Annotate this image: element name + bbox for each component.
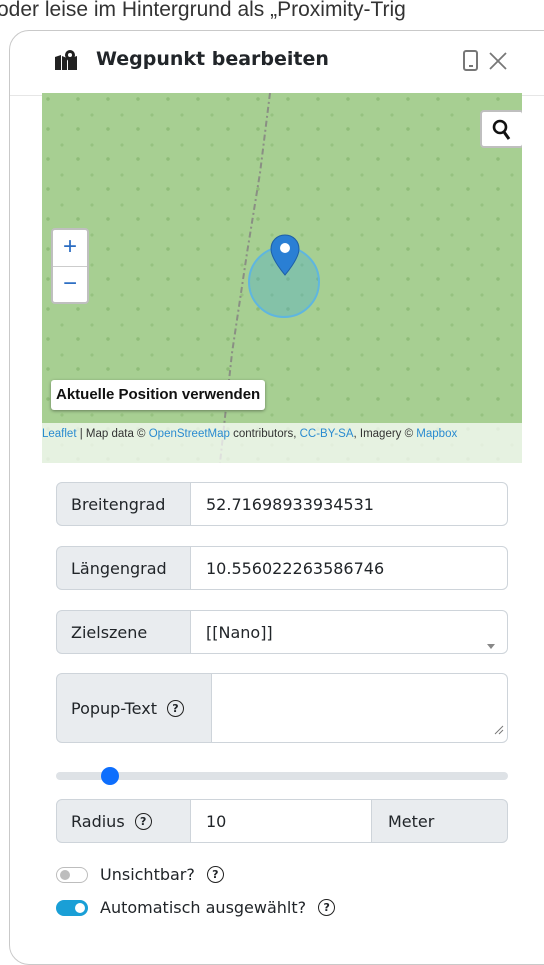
invisible-switch[interactable] bbox=[56, 866, 88, 883]
radius-input[interactable]: 10 bbox=[191, 799, 372, 843]
target-scene-label: Zielszene bbox=[56, 610, 191, 654]
invisible-toggle-row: Unsichtbar? ? bbox=[56, 865, 224, 884]
longitude-row: Längengrad 10.556022263586746 bbox=[56, 546, 508, 590]
auto-selected-toggle-row: Automatisch ausgewählt? ? bbox=[56, 898, 336, 917]
mapbox-link[interactable]: Mapbox bbox=[416, 428, 457, 440]
zoom-in-button[interactable]: + bbox=[53, 230, 87, 267]
phone-icon[interactable] bbox=[463, 50, 479, 76]
zoom-control: + − bbox=[51, 228, 89, 304]
radius-unit: Meter bbox=[372, 799, 508, 843]
auto-selected-label: Automatisch ausgewählt? bbox=[100, 898, 307, 917]
license-link[interactable]: CC-BY-SA bbox=[300, 428, 354, 440]
search-icon bbox=[492, 119, 511, 140]
resize-handle-icon[interactable] bbox=[494, 720, 504, 739]
map-attribution: Leaflet | Map data © OpenStreetMap contr… bbox=[42, 423, 522, 463]
modal-header: Wegpunkt bearbeiten bbox=[10, 31, 544, 96]
zoom-out-button[interactable]: − bbox=[53, 267, 87, 303]
map-search-button[interactable] bbox=[480, 110, 522, 148]
background-text: oder leise im Hintergrund als „Proximity… bbox=[0, 0, 406, 21]
attribution-text: | Map data © bbox=[76, 428, 149, 440]
close-icon[interactable] bbox=[488, 51, 508, 75]
attribution-text: contributors, bbox=[229, 428, 300, 440]
target-scene-row: Zielszene [[Nano]] bbox=[56, 610, 508, 654]
help-icon[interactable]: ? bbox=[166, 699, 184, 717]
slider-track bbox=[56, 772, 508, 780]
leaflet-link[interactable]: Leaflet bbox=[42, 428, 77, 440]
longitude-input[interactable]: 10.556022263586746 bbox=[191, 546, 508, 590]
target-scene-select[interactable]: [[Nano]] bbox=[191, 610, 508, 654]
latitude-row: Breitengrad 52.71698933934531 bbox=[56, 482, 508, 526]
edit-waypoint-modal: Wegpunkt bearbeiten + − Aktuelle Positio… bbox=[9, 30, 544, 965]
slider-thumb[interactable] bbox=[101, 767, 120, 785]
use-current-position-button[interactable]: Aktuelle Position verwenden bbox=[51, 380, 266, 410]
popup-text-textarea[interactable] bbox=[212, 673, 508, 743]
waypoint-map[interactable]: + − Aktuelle Position verwenden Leaflet … bbox=[42, 93, 522, 463]
radius-label: Radius bbox=[71, 811, 125, 831]
radius-label-cell: Radius ? bbox=[56, 799, 191, 843]
openstreetmap-link[interactable]: OpenStreetMap bbox=[149, 428, 230, 440]
target-scene-value: [[Nano]] bbox=[206, 622, 273, 642]
chevron-down-icon bbox=[487, 634, 495, 653]
radius-row: Radius ? 10 Meter bbox=[56, 799, 508, 843]
help-icon[interactable]: ? bbox=[134, 812, 152, 830]
auto-selected-switch[interactable] bbox=[56, 899, 88, 916]
latitude-label: Breitengrad bbox=[56, 482, 191, 526]
longitude-label: Längengrad bbox=[56, 546, 191, 590]
help-icon[interactable]: ? bbox=[318, 899, 336, 916]
popup-text-label-cell: Popup-Text ? bbox=[56, 673, 212, 743]
popup-text-label: Popup-Text bbox=[71, 698, 157, 718]
attribution-text: , Imagery © bbox=[353, 428, 417, 440]
help-icon[interactable]: ? bbox=[206, 866, 224, 883]
modal-title: Wegpunkt bearbeiten bbox=[96, 48, 329, 70]
latitude-input[interactable]: 52.71698933934531 bbox=[191, 482, 508, 526]
invisible-label: Unsichtbar? bbox=[100, 865, 195, 884]
map-marker-icon bbox=[54, 49, 78, 75]
map-marker-pin[interactable] bbox=[270, 234, 300, 280]
radius-slider[interactable] bbox=[56, 767, 508, 785]
popup-text-row: Popup-Text ? bbox=[56, 673, 508, 743]
